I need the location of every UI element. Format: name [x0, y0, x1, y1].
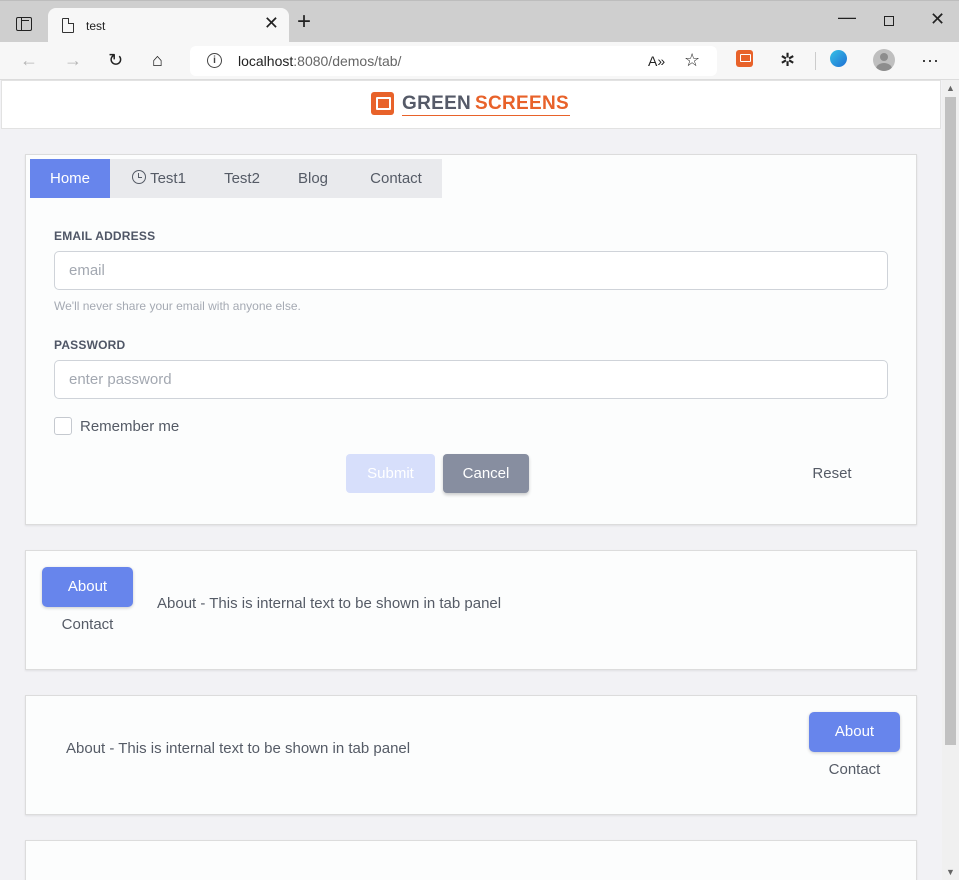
remember-me-checkbox[interactable]: [54, 417, 72, 435]
vtab-about-left[interactable]: About: [42, 567, 133, 607]
logo-underline: [402, 115, 570, 116]
tab-contact[interactable]: Contact: [350, 159, 442, 198]
tab-test1-label: Test1: [150, 170, 186, 187]
scroll-up-icon[interactable]: ▲: [946, 83, 955, 93]
close-tab-icon[interactable]: ✕: [264, 14, 279, 32]
maximize-icon[interactable]: [884, 16, 894, 26]
right-panel-text: About - This is internal text to be show…: [66, 740, 411, 757]
logo-word-green: GREEN: [402, 93, 472, 114]
extensions-icon[interactable]: ✲: [780, 50, 795, 70]
page-icon: [62, 17, 75, 33]
next-card: [25, 840, 917, 880]
submit-button[interactable]: Submit: [346, 454, 435, 493]
tab-home[interactable]: Home: [30, 159, 110, 198]
new-tab-icon[interactable]: +: [297, 10, 311, 34]
cancel-button[interactable]: Cancel: [443, 454, 529, 493]
read-aloud-icon[interactable]: A»: [648, 51, 665, 71]
page-viewport: GREEN SCREENS Home Test1 Test2 Blog Cont…: [0, 80, 942, 880]
password-field[interactable]: [54, 360, 888, 399]
back-icon[interactable]: ←: [20, 50, 38, 70]
browser-tab-title: test: [86, 19, 106, 33]
tab-test1[interactable]: Test1: [110, 159, 208, 198]
forward-icon[interactable]: →: [64, 50, 82, 70]
browser-toolbar: ← → ↻ ⌂ i localhost:8080/demos/tab/ A» ☆…: [0, 42, 959, 80]
logo-word-screens: SCREENS: [475, 93, 569, 114]
page-scrollbar[interactable]: ▲ ▼: [942, 80, 959, 880]
site-info-icon[interactable]: i: [207, 53, 222, 68]
edge-collections-icon[interactable]: [830, 50, 847, 67]
left-tabs-card: About Contact About - This is internal t…: [25, 550, 917, 670]
email-help-text: We'll never share your email with anyone…: [54, 299, 301, 313]
password-label: PASSWORD: [54, 338, 126, 352]
profile-avatar[interactable]: [873, 49, 895, 71]
reset-button[interactable]: Reset: [800, 454, 864, 493]
home-icon[interactable]: ⌂: [152, 50, 163, 70]
tab-test2[interactable]: Test2: [208, 159, 276, 198]
scroll-down-icon[interactable]: ▼: [946, 867, 955, 877]
email-label: EMAIL ADDRESS: [54, 229, 156, 243]
minimize-icon[interactable]: —: [838, 7, 856, 28]
url-text[interactable]: localhost:8080/demos/tab/: [238, 53, 401, 69]
email-field[interactable]: [54, 251, 888, 290]
remember-me-label[interactable]: Remember me: [80, 418, 179, 435]
refresh-icon[interactable]: ↻: [108, 50, 123, 70]
form-card: Home Test1 Test2 Blog Contact EMAIL ADDR…: [25, 154, 917, 525]
tab-blog[interactable]: Blog: [276, 159, 350, 198]
vtab-about-right[interactable]: About: [809, 712, 900, 752]
left-panel-text: About - This is internal text to be show…: [157, 595, 502, 612]
more-menu-icon[interactable]: ···: [921, 50, 939, 70]
right-tabs-card: About - This is internal text to be show…: [25, 695, 917, 815]
vtab-contact-left[interactable]: Contact: [42, 607, 133, 643]
toolbar-divider: [815, 52, 816, 70]
browser-chrome: test ✕ + — ✕ ← → ↻ ⌂ i localhost:8080/de…: [0, 0, 959, 80]
vtab-contact-right[interactable]: Contact: [809, 752, 900, 788]
alarm-clock-icon: [132, 170, 147, 184]
address-bar[interactable]: i localhost:8080/demos/tab/ A» ☆: [190, 46, 717, 76]
extension-greenscreens-icon[interactable]: [736, 50, 753, 67]
browser-tab[interactable]: test ✕: [48, 8, 289, 43]
scroll-thumb[interactable]: [945, 97, 956, 745]
tab-strip: test ✕ + — ✕: [0, 0, 959, 43]
tab-bar: Home Test1 Test2 Blog Contact: [30, 159, 442, 198]
logo-monitor-icon: [371, 92, 394, 115]
window-close-icon[interactable]: ✕: [930, 9, 945, 30]
site-header: GREEN SCREENS: [1, 80, 941, 129]
favorite-icon[interactable]: ☆: [684, 50, 700, 70]
tab-actions-icon[interactable]: [16, 17, 32, 31]
